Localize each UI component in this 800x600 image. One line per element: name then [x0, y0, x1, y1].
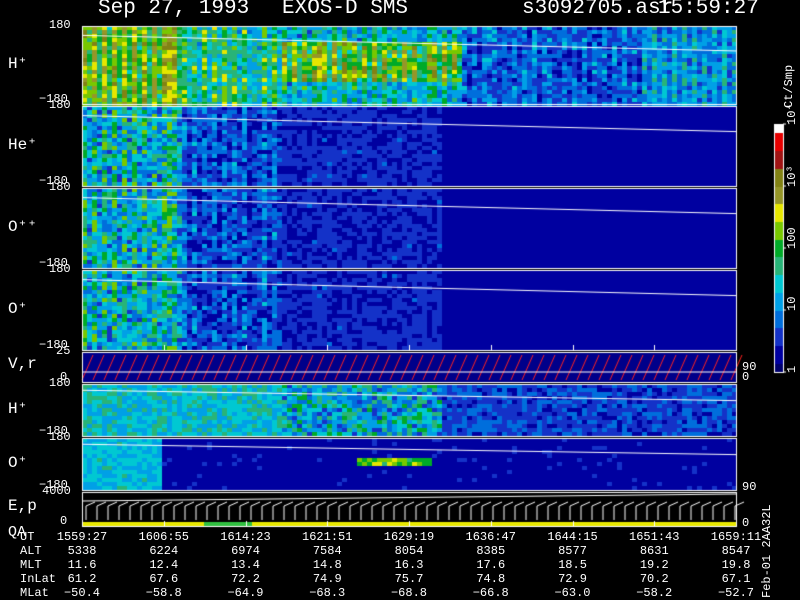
right-tick-label: 0 [742, 516, 750, 530]
table-row-label: UT [20, 530, 35, 544]
y-tick-label: 180 [49, 98, 71, 112]
table-cell: 19.2 [639, 558, 669, 572]
table-row-label: MLat [20, 586, 49, 600]
table-cell: −58.8 [145, 586, 182, 600]
panel-label: O⁺ [8, 454, 28, 472]
y-tick-label: 180 [49, 430, 71, 444]
table-cell: 16.3 [394, 558, 424, 572]
y-tick-label: 25 [56, 344, 71, 358]
table-cell: 75.7 [394, 572, 424, 586]
panel-label: H⁺ [8, 400, 28, 418]
y-tick-label: 180 [49, 376, 71, 390]
table-cell: 67.6 [149, 572, 179, 586]
table-cell: 1644:15 [547, 530, 598, 544]
table-cell: 70.2 [639, 572, 669, 586]
table-cell: 8631 [639, 544, 669, 558]
table-cell: 17.6 [476, 558, 506, 572]
y-tick-label: 4000 [42, 484, 71, 498]
table-cell: −68.3 [309, 586, 346, 600]
panel-label: O⁺⁺ [8, 218, 37, 236]
right-tick-label: 0 [742, 370, 750, 384]
header-time: 15:59:27 [658, 0, 759, 20]
header-filename: s3092705.asr [522, 0, 674, 20]
table-cell: 8385 [476, 544, 506, 558]
table-cell: −68.8 [390, 586, 427, 600]
table-cell: 1636:47 [465, 530, 516, 544]
right-tick-label: 90 [742, 480, 757, 494]
panel-label: V,r [8, 355, 37, 373]
panel-label: H⁺ [8, 55, 28, 73]
table-cell: 12.4 [149, 558, 179, 572]
header-instrument: EXOS-D SMS [282, 0, 409, 20]
table-cell: −50.4 [63, 586, 100, 600]
table-cell: 13.4 [231, 558, 260, 572]
table-cell: 11.6 [67, 558, 97, 572]
table-cell: 8547 [721, 544, 751, 558]
table-cell: 1659:11 [710, 530, 762, 544]
table-row-label: InLat [20, 572, 57, 586]
spectrogram-canvas [0, 0, 800, 600]
table-cell: 6224 [149, 544, 179, 558]
table-cell: 1559:27 [56, 530, 108, 544]
table-cell: 14.8 [312, 558, 342, 572]
table-cell: −52.7 [717, 586, 754, 600]
table-cell: 19.8 [721, 558, 751, 572]
panel-label: E,p [8, 497, 37, 515]
table-cell: 1629:19 [383, 530, 435, 544]
y-tick-label: 0 [60, 514, 68, 528]
table-cell: 1614:23 [220, 530, 271, 544]
table-cell: −66.8 [472, 586, 509, 600]
table-cell: 72.2 [231, 572, 260, 586]
table-cell: 7584 [312, 544, 342, 558]
y-tick-label: 180 [49, 180, 71, 194]
table-cell: 8054 [394, 544, 424, 558]
table-row-label: ALT [20, 544, 42, 558]
colorbar-unit-label: Ct/Smp [782, 64, 796, 108]
table-cell: 67.1 [721, 572, 751, 586]
colorbar-tick-label: 10³ [785, 165, 799, 187]
table-cell: 6974 [231, 544, 260, 558]
table-cell: 1606:55 [138, 530, 189, 544]
colorbar-tick-label: 100 [785, 227, 799, 249]
y-tick-label: 180 [49, 18, 71, 32]
table-cell: 1621:51 [302, 530, 353, 544]
table-cell: 1651:43 [629, 530, 680, 544]
table-cell: 18.5 [558, 558, 587, 572]
table-row-label: MLT [20, 558, 42, 572]
panel-label: O⁺ [8, 300, 28, 318]
colorbar-tick-label: 10 [785, 296, 799, 311]
colorbar-tick-label: 1 [785, 365, 799, 373]
table-cell: 8577 [558, 544, 587, 558]
header-date: Sep 27, 1993 [98, 0, 250, 20]
table-cell: 74.9 [312, 572, 342, 586]
table-cell: 61.2 [67, 572, 97, 586]
table-cell: 74.8 [476, 572, 506, 586]
panel-label: He⁺ [8, 136, 37, 154]
table-cell: −58.2 [636, 586, 673, 600]
table-cell: −64.9 [227, 586, 264, 600]
table-cell: 5338 [67, 544, 97, 558]
table-cell: −63.0 [554, 586, 591, 600]
y-tick-label: 180 [49, 262, 71, 276]
table-cell: 72.9 [558, 572, 587, 586]
